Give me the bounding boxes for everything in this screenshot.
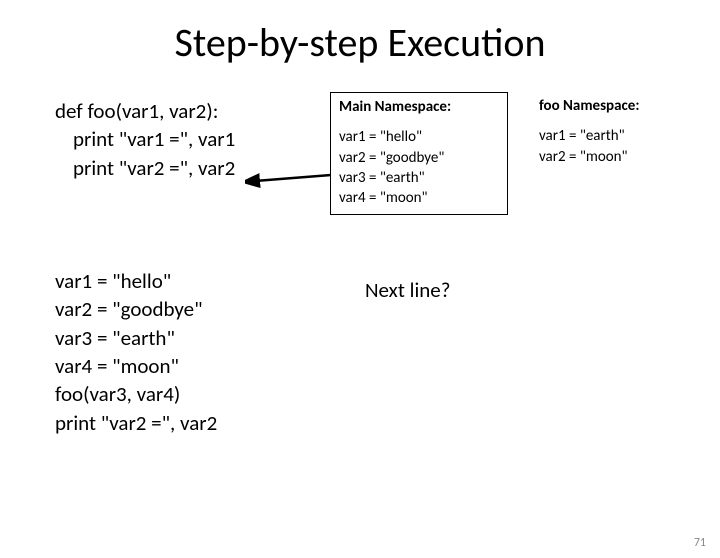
- namespace-var: var1 = "earth": [539, 126, 681, 146]
- code-block-main: var1 = "hello" var2 = "goodbye" var3 = "…: [55, 267, 217, 437]
- namespace-var: var2 = "moon": [539, 147, 681, 167]
- namespace-var: var3 = "earth": [339, 168, 499, 188]
- arrow-icon: [245, 171, 335, 201]
- code-line: var1 = "hello": [55, 267, 217, 295]
- code-line: foo(var3, var4): [55, 380, 217, 408]
- namespace-var: var2 = "goodbye": [339, 148, 499, 168]
- namespace-var: var4 = "moon": [339, 188, 499, 208]
- code-line: var3 = "earth": [55, 324, 217, 352]
- namespace-var: var1 = "hello": [339, 127, 499, 147]
- namespace-title: foo Namespace:: [539, 96, 681, 116]
- code-line: var4 = "moon": [55, 352, 217, 380]
- code-line: print "var1 =", var1: [55, 125, 235, 153]
- next-line-label: Next line?: [365, 277, 450, 303]
- slide-content: def foo(var1, var2): print "var1 =", var…: [0, 67, 720, 527]
- code-line: print "var2 =", var2: [55, 154, 235, 182]
- foo-namespace-box: foo Namespace: var1 = "earth" var2 = "mo…: [535, 92, 685, 173]
- namespace-title: Main Namespace:: [339, 97, 499, 117]
- code-line: print "var2 =", var2: [55, 409, 217, 437]
- code-block-function-def: def foo(var1, var2): print "var1 =", var…: [55, 97, 235, 182]
- slide-title: Step-by-step Execution: [0, 18, 720, 67]
- code-line: def foo(var1, var2):: [55, 97, 235, 125]
- page-number: 71: [694, 536, 706, 550]
- main-namespace-box: Main Namespace: var1 = "hello" var2 = "g…: [330, 92, 508, 215]
- code-line: var2 = "goodbye": [55, 295, 217, 323]
